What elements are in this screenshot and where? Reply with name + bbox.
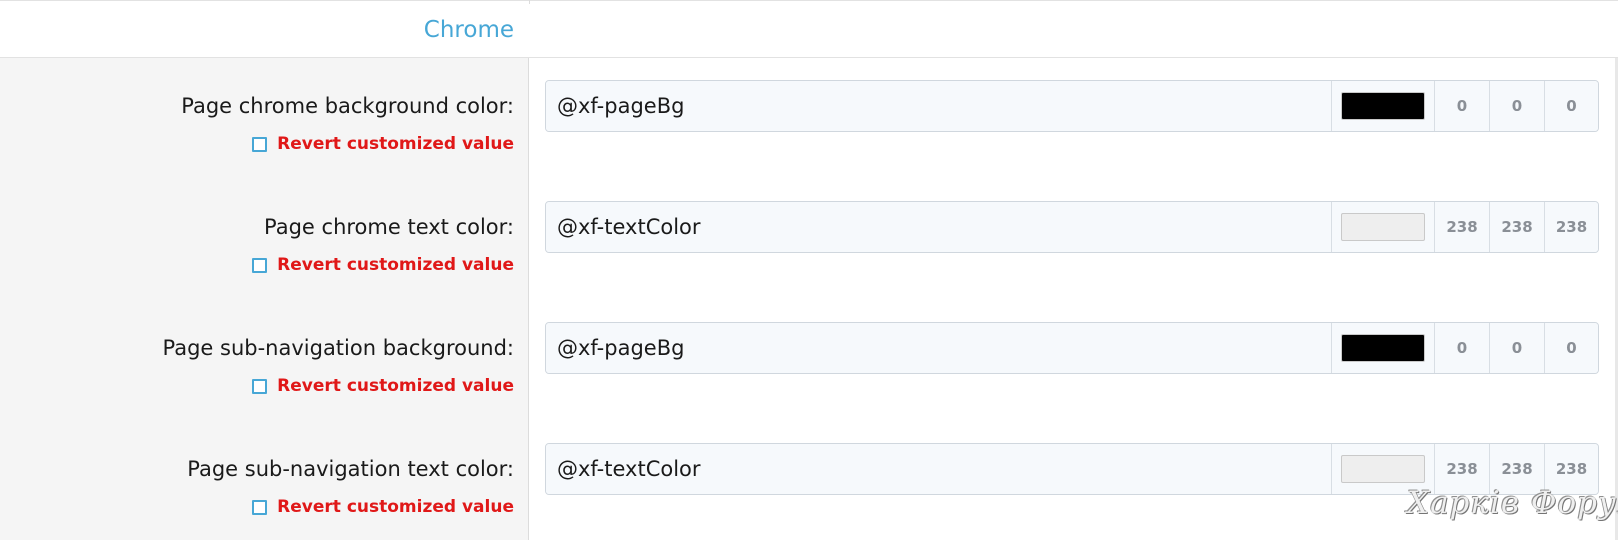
- section-header: Chrome: [0, 0, 1618, 58]
- style-properties-panel: Chrome Page chrome background color: Rev…: [0, 0, 1618, 540]
- checkbox-icon[interactable]: [252, 136, 268, 152]
- green-value: 0: [1489, 81, 1544, 131]
- revert-label[interactable]: Revert customized value: [277, 134, 514, 154]
- column-divider: [529, 0, 530, 4]
- checkbox-icon[interactable]: [252, 378, 268, 394]
- blue-value: 0: [1544, 323, 1598, 373]
- color-value-input[interactable]: @xf-textColor: [546, 444, 1331, 494]
- revert-checkbox-page-subnav-bg[interactable]: Revert customized value: [252, 376, 514, 396]
- color-value-input[interactable]: @xf-textColor: [546, 202, 1331, 252]
- forum-watermark: Харків Форум: [1407, 485, 1618, 521]
- color-swatch-cell[interactable]: [1331, 323, 1434, 373]
- color-swatch[interactable]: [1341, 213, 1425, 241]
- green-value: 238: [1489, 202, 1544, 252]
- section-title: Chrome: [423, 17, 514, 43]
- blue-value: 238: [1544, 202, 1598, 252]
- green-value: 0: [1489, 323, 1544, 373]
- revert-checkbox-page-chrome-text[interactable]: Revert customized value: [252, 255, 514, 275]
- color-swatch[interactable]: [1341, 334, 1425, 362]
- color-value-input[interactable]: @xf-pageBg: [546, 81, 1331, 131]
- row-label-page-subnav-text: Page sub-navigation text color:: [187, 457, 514, 481]
- revert-label[interactable]: Revert customized value: [277, 497, 514, 517]
- color-swatch[interactable]: [1341, 455, 1425, 483]
- revert-checkbox-page-subnav-text[interactable]: Revert customized value: [252, 497, 514, 517]
- row-label-page-chrome-text: Page chrome text color:: [264, 215, 514, 239]
- color-swatch-cell[interactable]: [1331, 81, 1434, 131]
- color-field-page-chrome-text: @xf-textColor 238 238 238: [545, 201, 1599, 253]
- red-value: 0: [1434, 323, 1489, 373]
- checkbox-icon[interactable]: [252, 257, 268, 273]
- row-label-page-chrome-bg: Page chrome background color:: [181, 94, 514, 118]
- row-label-page-subnav-bg: Page sub-navigation background:: [162, 336, 515, 360]
- checkbox-icon[interactable]: [252, 499, 268, 515]
- blue-value: 0: [1544, 81, 1598, 131]
- color-swatch-cell[interactable]: [1331, 202, 1434, 252]
- revert-checkbox-page-chrome-bg[interactable]: Revert customized value: [252, 134, 514, 154]
- color-swatch[interactable]: [1341, 92, 1425, 120]
- red-value: 238: [1434, 202, 1489, 252]
- color-field-page-subnav-bg: @xf-pageBg 0 0 0: [545, 322, 1599, 374]
- color-value-input[interactable]: @xf-pageBg: [546, 323, 1331, 373]
- color-field-page-chrome-bg: @xf-pageBg 0 0 0: [545, 80, 1599, 132]
- red-value: 0: [1434, 81, 1489, 131]
- revert-label[interactable]: Revert customized value: [277, 376, 514, 396]
- revert-label[interactable]: Revert customized value: [277, 255, 514, 275]
